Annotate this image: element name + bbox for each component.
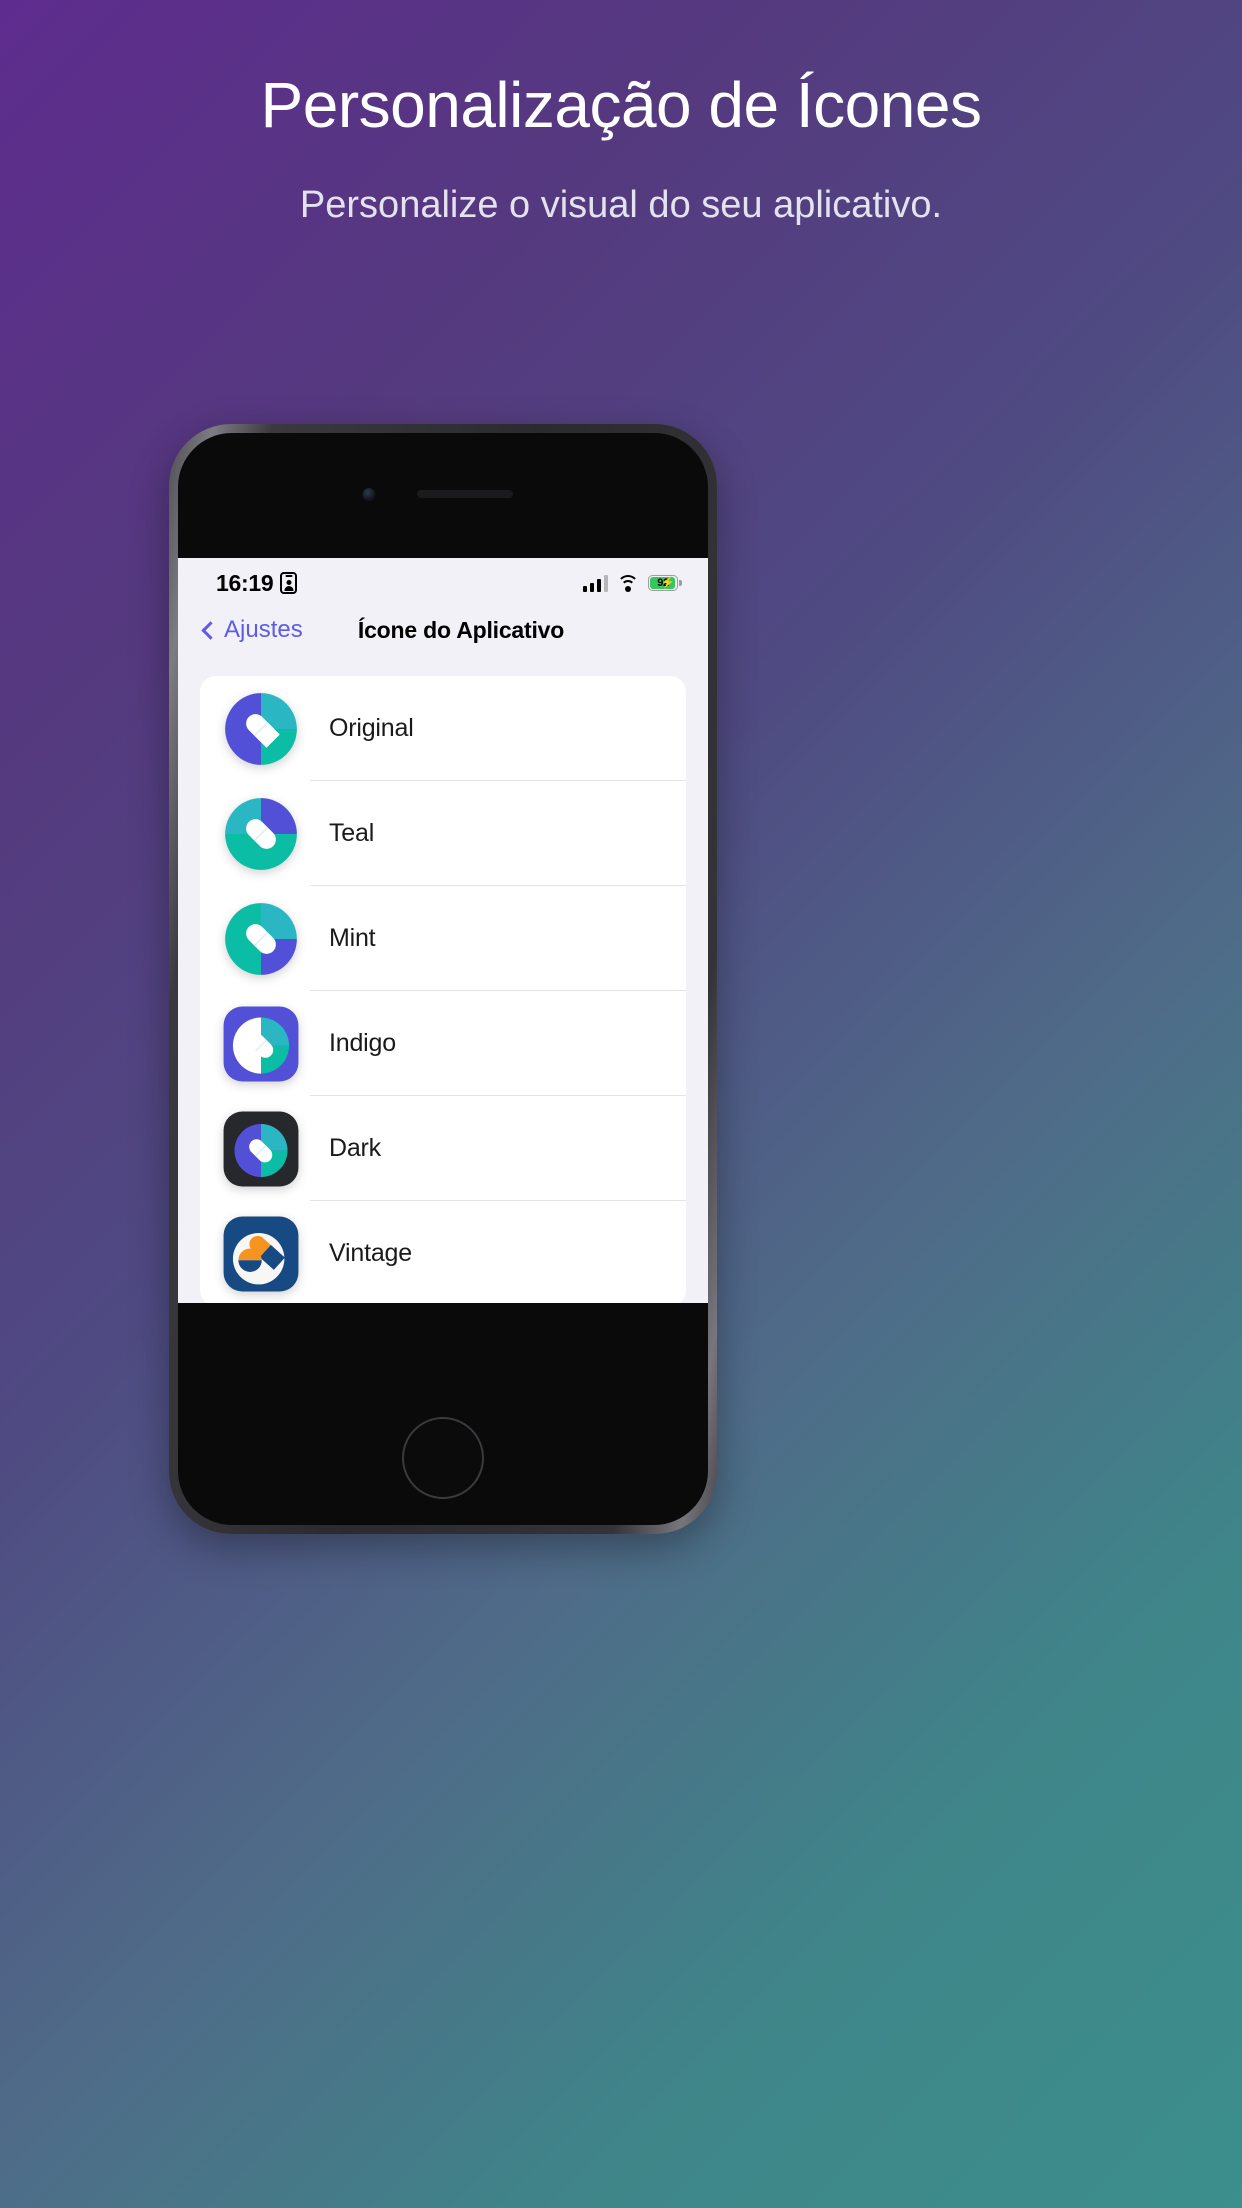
page-title: Personalização de Ícones [260,69,982,141]
app-icon-dark [222,1110,300,1188]
phone-screen: 16:19 92 ⚡ Ajustes Ícone do Aplicativo O… [178,558,708,1303]
app-icon-vintage [222,1215,300,1293]
home-button[interactable] [402,1417,484,1499]
list-item[interactable]: Indigo [200,991,686,1096]
back-button-label: Ajustes [224,616,303,643]
status-bar: 16:19 92 ⚡ [178,558,708,602]
list-item-label: Dark [329,1134,381,1162]
app-icon-teal [222,795,300,873]
app-icon-mint [222,900,300,978]
wifi-icon [617,574,639,592]
promo-header: Personalização de Ícones Personalize o v… [0,0,1242,230]
list-item[interactable]: Original [200,676,686,781]
list-item[interactable]: Teal [200,781,686,886]
list-item[interactable]: Mint [200,886,686,991]
app-icon-original [222,690,300,768]
list-item[interactable]: Vintage [200,1201,686,1303]
icon-list-container: Original Teal Mint Indigo Dark Vintage [178,658,708,1303]
phone-mockup: 16:19 92 ⚡ Ajustes Ícone do Aplicativo O… [169,424,717,1534]
battery-charging-icon: 92 ⚡ [648,575,682,591]
status-time: 16:19 [216,569,274,596]
page-subtitle: Personalize o visual do seu aplicativo. [299,184,943,227]
icon-list: Original Teal Mint Indigo Dark Vintage [200,676,686,1303]
chevron-left-icon [201,620,220,640]
face-id-card-icon [280,572,298,594]
earpiece-speaker [417,490,513,498]
cellular-signal-icon [582,574,608,592]
app-icon-indigo [222,1005,300,1083]
back-button[interactable]: Ajustes [201,616,303,644]
front-camera [362,488,376,501]
status-bar-right: 92 ⚡ [582,574,682,592]
list-item-label: Vintage [329,1239,412,1267]
list-item-label: Teal [329,819,375,847]
list-item[interactable]: Dark [200,1096,686,1201]
navigation-bar: Ajustes Ícone do Aplicativo [178,602,708,658]
list-item-label: Indigo [329,1029,396,1057]
status-bar-left: 16:19 [216,569,298,597]
list-item-label: Original [329,714,414,742]
phone-body: 16:19 92 ⚡ Ajustes Ícone do Aplicativo O… [178,433,708,1525]
list-item-label: Mint [329,924,376,952]
